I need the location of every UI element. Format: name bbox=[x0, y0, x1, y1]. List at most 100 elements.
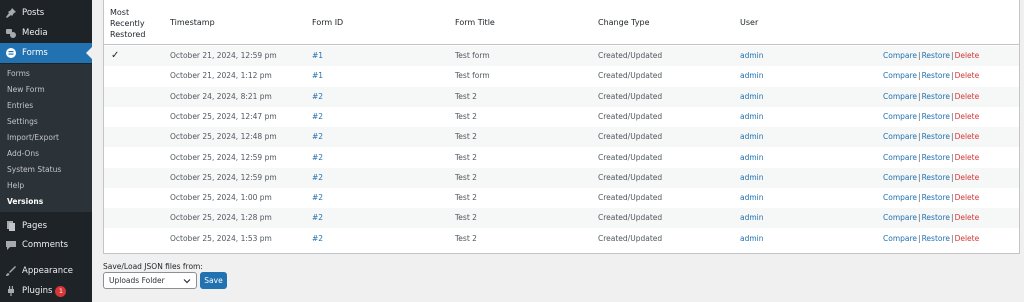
user-link[interactable]: admin bbox=[740, 87, 764, 107]
form-title-cell: Test 2 bbox=[455, 152, 477, 162]
header-most-recently-restored: Most Recently Restored bbox=[110, 7, 145, 40]
compare-link[interactable]: Compare bbox=[883, 193, 917, 202]
compare-link[interactable]: Compare bbox=[883, 153, 917, 162]
header-form-id[interactable]: Form ID bbox=[312, 17, 343, 28]
submenu-item-versions[interactable]: Versions bbox=[7, 197, 43, 207]
delete-link[interactable]: Delete bbox=[955, 153, 980, 162]
versions-table: Most Recently Restored Timestamp Form ID… bbox=[103, 0, 1020, 254]
form-id-link[interactable]: #2 bbox=[312, 127, 323, 147]
delete-link[interactable]: Delete bbox=[955, 234, 980, 243]
submenu-item-new-form[interactable]: New Form bbox=[7, 85, 45, 95]
menu-item-plugins[interactable]: Plugins 1 bbox=[0, 281, 92, 301]
submenu-item-system-status[interactable]: System Status bbox=[7, 165, 61, 175]
change-type-cell: Created/Updated bbox=[598, 91, 663, 101]
user-link[interactable]: admin bbox=[740, 168, 764, 188]
action-separator: | bbox=[918, 111, 921, 121]
compare-link[interactable]: Compare bbox=[883, 173, 917, 182]
compare-link[interactable]: Compare bbox=[883, 112, 917, 121]
table-header: Most Recently Restored Timestamp Form ID… bbox=[104, 0, 1019, 45]
delete-link[interactable]: Delete bbox=[955, 132, 980, 141]
submenu-item-settings[interactable]: Settings bbox=[7, 117, 38, 127]
menu-item-media[interactable]: Media bbox=[0, 23, 92, 43]
menu-item-forms[interactable]: Forms bbox=[0, 43, 92, 63]
form-id-link[interactable]: #2 bbox=[312, 107, 323, 127]
submenu-item-add-ons[interactable]: Add-Ons bbox=[7, 149, 39, 159]
user-link[interactable]: admin bbox=[740, 66, 764, 86]
delete-link[interactable]: Delete bbox=[955, 213, 980, 222]
action-separator: | bbox=[951, 172, 954, 182]
user-link[interactable]: admin bbox=[740, 188, 764, 208]
submenu-item-forms[interactable]: Forms bbox=[7, 69, 30, 79]
timestamp-cell: October 25, 2024, 1:00 pm bbox=[170, 193, 272, 203]
restore-link[interactable]: Restore bbox=[922, 51, 950, 60]
restore-link[interactable]: Restore bbox=[922, 173, 950, 182]
delete-link[interactable]: Delete bbox=[955, 173, 980, 182]
row-actions: Compare|Restore|Delete bbox=[883, 168, 979, 188]
menu-item-label: Appearance bbox=[22, 266, 74, 276]
delete-link[interactable]: Delete bbox=[955, 193, 980, 202]
action-separator: | bbox=[951, 71, 954, 81]
action-separator: | bbox=[951, 91, 954, 101]
header-change-type[interactable]: Change Type bbox=[598, 17, 650, 28]
form-id-link[interactable]: #2 bbox=[312, 148, 323, 168]
action-separator: | bbox=[918, 213, 921, 223]
json-location-select[interactable]: Uploads Folder bbox=[103, 272, 197, 289]
restore-link[interactable]: Restore bbox=[922, 234, 950, 243]
user-link[interactable]: admin bbox=[740, 208, 764, 228]
compare-link[interactable]: Compare bbox=[883, 132, 917, 141]
media-icon bbox=[6, 28, 16, 38]
change-type-cell: Created/Updated bbox=[598, 111, 663, 121]
restore-link[interactable]: Restore bbox=[922, 71, 950, 80]
row-actions: Compare|Restore|Delete bbox=[883, 188, 979, 208]
delete-link[interactable]: Delete bbox=[955, 71, 980, 80]
header-line: Most bbox=[110, 8, 130, 17]
forms-icon bbox=[6, 48, 16, 58]
compare-link[interactable]: Compare bbox=[883, 213, 917, 222]
form-id-link[interactable]: #2 bbox=[312, 208, 323, 228]
save-button[interactable]: Save bbox=[200, 272, 227, 289]
form-id-link[interactable]: #2 bbox=[312, 229, 323, 249]
submenu-item-entries[interactable]: Entries bbox=[7, 101, 33, 111]
user-link[interactable]: admin bbox=[740, 127, 764, 147]
submenu-item-help[interactable]: Help bbox=[7, 181, 24, 191]
delete-link[interactable]: Delete bbox=[955, 92, 980, 101]
menu-item-label: Posts bbox=[22, 8, 45, 18]
timestamp-cell: October 21, 2024, 1:12 pm bbox=[170, 71, 272, 81]
form-id-link[interactable]: #1 bbox=[312, 46, 323, 66]
compare-link[interactable]: Compare bbox=[883, 51, 917, 60]
action-separator: | bbox=[918, 91, 921, 101]
delete-link[interactable]: Delete bbox=[955, 51, 980, 60]
menu-item-appearance[interactable]: Appearance bbox=[0, 261, 92, 281]
user-link[interactable]: admin bbox=[740, 148, 764, 168]
submenu-item-import-export[interactable]: Import/Export bbox=[7, 133, 59, 143]
header-timestamp[interactable]: Timestamp bbox=[170, 17, 215, 28]
form-id-link[interactable]: #2 bbox=[312, 188, 323, 208]
menu-item-comments[interactable]: Comments bbox=[0, 235, 92, 255]
menu-item-posts[interactable]: Posts bbox=[0, 3, 92, 23]
user-link[interactable]: admin bbox=[740, 107, 764, 127]
restore-link[interactable]: Restore bbox=[922, 153, 950, 162]
restore-link[interactable]: Restore bbox=[922, 213, 950, 222]
user-link[interactable]: admin bbox=[740, 229, 764, 249]
header-form-title[interactable]: Form Title bbox=[455, 17, 495, 28]
compare-link[interactable]: Compare bbox=[883, 92, 917, 101]
table-row: October 25, 2024, 1:00 pm #2 Test 2 Created… bbox=[104, 188, 1019, 208]
form-title-cell: Test 2 bbox=[455, 111, 477, 121]
row-actions: Compare|Restore|Delete bbox=[883, 66, 979, 86]
comments-icon bbox=[6, 240, 16, 250]
header-user[interactable]: User bbox=[740, 17, 758, 28]
compare-link[interactable]: Compare bbox=[883, 234, 917, 243]
restore-link[interactable]: Restore bbox=[922, 193, 950, 202]
menu-item-pages[interactable]: Pages bbox=[0, 216, 92, 236]
row-actions: Compare|Restore|Delete bbox=[883, 46, 979, 66]
user-link[interactable]: admin bbox=[740, 46, 764, 66]
restore-link[interactable]: Restore bbox=[922, 112, 950, 121]
form-id-link[interactable]: #2 bbox=[312, 87, 323, 107]
forms-submenu: Forms New Form Entries Settings Import/E… bbox=[0, 64, 92, 212]
compare-link[interactable]: Compare bbox=[883, 71, 917, 80]
form-id-link[interactable]: #1 bbox=[312, 66, 323, 86]
form-id-link[interactable]: #2 bbox=[312, 168, 323, 188]
delete-link[interactable]: Delete bbox=[955, 112, 980, 121]
restore-link[interactable]: Restore bbox=[922, 132, 950, 141]
restore-link[interactable]: Restore bbox=[922, 92, 950, 101]
